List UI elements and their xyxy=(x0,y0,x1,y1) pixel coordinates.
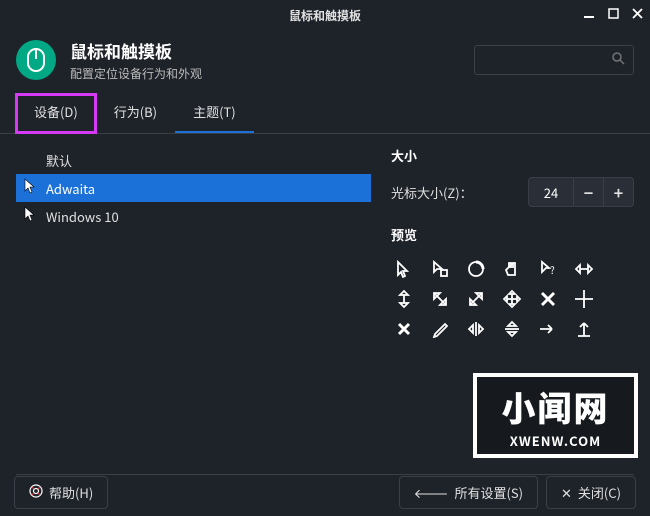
cursor-pen-icon xyxy=(427,316,453,342)
minimize-button[interactable] xyxy=(582,6,596,20)
window-title: 鼠标和触摸板 xyxy=(289,7,361,24)
footer: 帮助(H) 🡐 所有设置(S) ✕ 关闭(C) xyxy=(0,468,650,516)
search-input[interactable] xyxy=(474,45,634,75)
mouse-icon xyxy=(16,40,56,80)
cursor-up-icon xyxy=(571,316,597,342)
window-controls xyxy=(582,6,644,20)
cursor-size-value: 24 xyxy=(529,183,573,202)
header: 鼠标和触摸板 配置定位设备行为和外观 xyxy=(0,30,650,90)
preview-heading: 预览 xyxy=(391,225,634,244)
close-button[interactable] xyxy=(630,6,644,20)
arrow-left-icon: 🡐 xyxy=(414,483,449,502)
cursor-busy-icon xyxy=(463,256,489,282)
theme-list-panel: 默认 Adwaita Windows 10 xyxy=(16,134,371,474)
theme-label: 默认 xyxy=(46,151,72,170)
all-settings-label: 所有设置(S) xyxy=(454,483,523,502)
lifebuoy-icon xyxy=(29,483,43,502)
search-icon xyxy=(612,52,625,69)
cursor-deny-icon xyxy=(391,316,417,342)
cursor-split-v-icon xyxy=(499,316,525,342)
help-button[interactable]: 帮助(H) xyxy=(14,476,108,509)
theme-item-windows10[interactable]: Windows 10 xyxy=(16,202,371,230)
close-icon: ✕ xyxy=(561,483,572,502)
cursor-hand-icon xyxy=(499,256,525,282)
cursor-preview-grid: ? xyxy=(391,256,634,342)
theme-label: Adwaita xyxy=(46,179,95,198)
size-heading: 大小 xyxy=(391,146,634,165)
close-footer-button[interactable]: ✕ 关闭(C) xyxy=(546,476,636,509)
tab-device[interactable]: 设备(D) xyxy=(16,94,96,133)
cursor-split-h-icon xyxy=(463,316,489,342)
theme-label: Windows 10 xyxy=(46,207,119,226)
page-title: 鼠标和触摸板 xyxy=(70,38,474,63)
help-label: 帮助(H) xyxy=(49,483,93,502)
cursor-pointer-icon xyxy=(24,178,36,199)
theme-item-default[interactable]: 默认 xyxy=(16,146,371,174)
cursor-pointer-icon xyxy=(24,206,36,227)
watermark-main: 小闻网 xyxy=(502,382,610,431)
page-subtitle: 配置定位设备行为和外观 xyxy=(70,65,474,82)
cursor-resize-h-icon xyxy=(571,256,597,282)
maximize-button[interactable] xyxy=(606,6,620,20)
cursor-resize-nw-icon xyxy=(427,286,453,312)
cursor-help-icon: ? xyxy=(535,256,561,282)
decrement-button[interactable]: − xyxy=(573,177,603,207)
theme-list: 默认 Adwaita Windows 10 xyxy=(16,146,371,230)
tab-theme[interactable]: 主题(T) xyxy=(175,94,254,133)
cursor-resize-ne-icon xyxy=(463,286,489,312)
cursor-size-spinner[interactable]: 24 − + xyxy=(528,177,634,207)
cursor-default-icon xyxy=(391,256,417,282)
all-settings-button[interactable]: 🡐 所有设置(S) xyxy=(399,476,538,509)
tab-behavior[interactable]: 行为(B) xyxy=(96,94,175,133)
tabs: 设备(D) 行为(B) 主题(T) xyxy=(0,90,650,134)
watermark: 小闻网 XWENW.COM xyxy=(473,373,638,458)
increment-button[interactable]: + xyxy=(603,177,633,207)
cursor-resize-v-icon xyxy=(391,286,417,312)
theme-item-adwaita[interactable]: Adwaita xyxy=(16,174,371,202)
cursor-size-label: 光标大小(Z)： xyxy=(391,183,528,202)
close-label: 关闭(C) xyxy=(578,483,621,502)
cursor-move-icon xyxy=(499,286,525,312)
cursor-right-icon xyxy=(535,316,561,342)
titlebar: 鼠标和触摸板 xyxy=(0,0,650,30)
cursor-crosshair-icon xyxy=(571,286,597,312)
watermark-sub: XWENW.COM xyxy=(510,431,601,450)
cursor-no-icon xyxy=(535,286,561,312)
svg-text:?: ? xyxy=(550,262,555,277)
cursor-context-icon xyxy=(427,256,453,282)
